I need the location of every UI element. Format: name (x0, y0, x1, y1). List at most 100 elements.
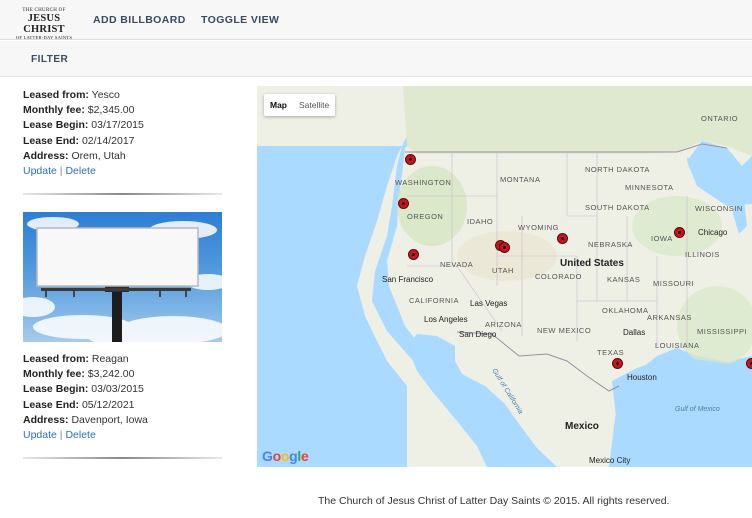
billboard-marker[interactable] (398, 198, 409, 209)
billboard-map[interactable]: Map Satellite WASHINGTON OREGON IDAHO MO… (257, 86, 752, 467)
state-label: ONTARIO (701, 114, 739, 123)
state-label: OREGON (407, 212, 444, 221)
city-label: Chicago (698, 228, 728, 237)
city-label: Los Angeles (424, 315, 468, 324)
action-separator: | (59, 429, 63, 442)
lease-begin-value: 03/03/2015 (91, 383, 144, 396)
state-label: NORTH DAKOTA (585, 165, 650, 174)
lease-begin-row: Lease Begin: 03/03/2015 (23, 382, 223, 397)
toggle-view-link[interactable]: TOGGLE VIEW (201, 14, 279, 26)
lease-end-row: Lease End: 02/14/2017 (23, 134, 223, 149)
city-label: San Francisco (382, 275, 434, 284)
state-label: MINNESOTA (625, 183, 674, 192)
state-label: LOUISIANA (655, 341, 700, 350)
map-type-map-button[interactable]: Map (264, 94, 293, 116)
billboard-marker[interactable] (612, 358, 623, 369)
state-label: KANSAS (607, 275, 641, 284)
state-label: TEXAS (597, 348, 625, 357)
billboard-photo (23, 212, 222, 342)
filter-bar: FILTER (0, 41, 752, 77)
monthly-fee-row: Monthly fee: $2,345.00 (23, 103, 223, 118)
google-logo-letter: G (262, 448, 273, 464)
listing-divider (23, 457, 222, 459)
update-link[interactable]: Update (23, 165, 57, 177)
address-row: Address: Orem, Utah (23, 149, 223, 164)
state-label: WYOMING (518, 223, 559, 232)
monthly-fee-value: $3,242.00 (87, 368, 135, 381)
state-label: IOWA (651, 234, 673, 243)
state-label: NEBRASKA (588, 240, 633, 249)
city-label: Dallas (623, 328, 646, 337)
church-logo[interactable]: THE CHURCH OF JESUS CHRIST OF LATTER-DAY… (8, 8, 80, 40)
leased-from-value: Yesco (91, 89, 120, 101)
top-navbar: THE CHURCH OF JESUS CHRIST OF LATTER-DAY… (0, 0, 752, 40)
state-label: ARIZONA (485, 320, 522, 329)
city-label: Las Vegas (470, 299, 508, 308)
state-label: CALIFORNIA (409, 296, 460, 305)
state-label: ARKANSAS (647, 313, 692, 322)
state-label: IDAHO (467, 217, 494, 226)
lease-end-label: Lease End: (23, 398, 80, 411)
state-label: WASHINGTON (395, 178, 452, 187)
add-billboard-link[interactable]: ADD BILLBOARD (93, 14, 186, 26)
water-label: Gulf of Mexico (675, 406, 720, 413)
address-value: Davenport, Iowa (71, 413, 148, 426)
billboard-listing: Leased from: Yesco Monthly fee: $2,345.0… (23, 88, 223, 179)
state-label: MISSOURI (653, 279, 695, 288)
lease-begin-value: 03/17/2015 (91, 119, 144, 132)
monthly-fee-value: $2,345.00 (87, 104, 135, 117)
state-label: NEVADA (440, 260, 474, 269)
google-logo-letter: o (280, 448, 290, 464)
lease-begin-label: Lease Begin: (23, 383, 89, 396)
state-label: UTAH (492, 266, 514, 275)
map-type-satellite-button[interactable]: Satellite (293, 94, 335, 116)
monthly-fee-row: Monthly fee: $3,242.00 (23, 367, 223, 382)
billboard-marker[interactable] (746, 358, 752, 369)
footer-copyright: The Church of Jesus Christ of Latter Day… (318, 495, 670, 507)
billboard-listing: Leased from: Reagan Monthly fee: $3,242.… (23, 352, 223, 443)
state-label: WISCONSIN (695, 204, 743, 213)
listing-actions: Update | Delete (23, 428, 223, 443)
filter-button[interactable]: FILTER (31, 54, 68, 65)
brand-line-2: JESUS CHRIST (23, 13, 65, 35)
map-type-control: Map Satellite (264, 94, 336, 116)
google-logo-letter: o (272, 448, 282, 464)
listing-divider (23, 193, 222, 195)
address-label: Address: (23, 413, 69, 426)
address-value: Orem, Utah (71, 149, 126, 162)
country-label-mexico: Mexico (565, 421, 599, 432)
state-label: OKLAHOMA (602, 306, 649, 315)
billboard-marker[interactable] (557, 233, 568, 244)
monthly-fee-label: Monthly fee: (23, 104, 85, 117)
state-label: MISSISSIPPI (697, 327, 748, 336)
leased-from-row: Leased from: Yesco (23, 88, 223, 103)
state-label: COLORADO (535, 272, 582, 281)
state-label: ILLINOIS (685, 250, 720, 259)
leased-from-label: Leased from: (23, 89, 89, 101)
delete-link[interactable]: Delete (65, 429, 95, 441)
google-logo-letter: e (300, 448, 309, 464)
listing-actions: Update | Delete (23, 164, 223, 179)
billboard-marker[interactable] (499, 242, 510, 253)
address-label: Address: (23, 149, 69, 162)
delete-link[interactable]: Delete (65, 165, 95, 177)
action-separator: | (59, 165, 63, 178)
country-label-us: United States (560, 258, 624, 269)
google-logo: Google (262, 448, 309, 464)
billboard-marker[interactable] (408, 249, 419, 260)
state-label: MONTANA (500, 175, 541, 184)
brand-line-3: OF LATTER-DAY SAINTS (15, 35, 73, 40)
lease-end-value: 05/12/2021 (81, 398, 135, 411)
leased-from-value: Reagan (91, 353, 129, 365)
update-link[interactable]: Update (23, 429, 57, 441)
billboard-marker[interactable] (405, 154, 416, 165)
city-label: Houston (627, 373, 657, 382)
lease-begin-row: Lease Begin: 03/17/2015 (23, 118, 223, 133)
city-label: San Diego (459, 330, 497, 339)
lease-end-label: Lease End: (23, 134, 80, 147)
lease-end-value: 02/14/2017 (81, 134, 135, 147)
billboard-marker[interactable] (674, 227, 685, 238)
monthly-fee-label: Monthly fee: (23, 368, 85, 381)
city-label: Mexico City (589, 456, 631, 465)
address-row: Address: Davenport, Iowa (23, 413, 223, 428)
